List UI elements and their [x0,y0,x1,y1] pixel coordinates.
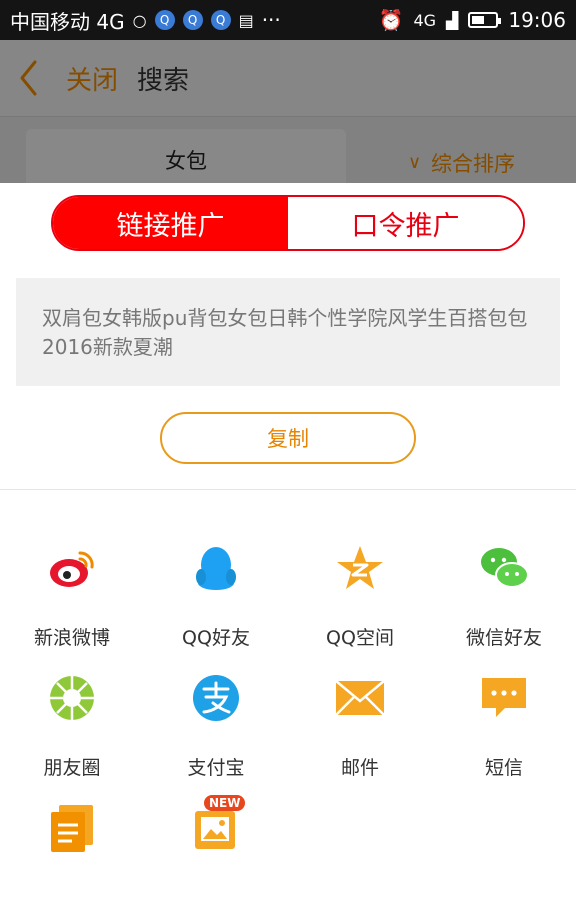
share-alipay[interactable]: 支付宝 [144,673,288,793]
share-copy-link[interactable] [0,803,144,923]
copy-link-icon [51,805,93,852]
share-label: QQ空间 [326,627,394,649]
clock: 19:06 [508,8,566,32]
notification-icon: ○ [132,10,147,30]
new-badge: NEW [204,795,246,811]
share-sheet: 链接推广 口令推广 双肩包女韩版pu背包女包日韩个性学院风学生百搭包包2016新… [0,183,576,870]
tab-link-promotion[interactable]: 链接推广 [53,197,288,249]
product-description: 双肩包女韩版pu背包女包日韩个性学院风学生百搭包包2016新款夏潮 [16,278,560,386]
share-label: 微信好友 [465,627,542,649]
modal-overlay[interactable] [0,40,576,183]
moments-icon [50,676,94,720]
share-label: 短信 [484,757,523,779]
sim-icon: ▤ [238,10,254,30]
signal-icon: ▟ [446,10,459,30]
qzone-icon [337,546,383,589]
share-qq[interactable]: QQ好友 [144,543,288,663]
share-sms[interactable]: 短信 [432,673,576,793]
alarm-icon: ⏰ [378,8,404,32]
copy-button[interactable]: 复制 [160,412,416,464]
share-label: 朋友圈 [43,757,101,779]
more-notifications-icon: ··· [261,8,281,32]
alipay-icon [193,675,239,721]
share-moments[interactable]: 朋友圈 [0,673,144,793]
share-weibo[interactable]: 新浪微博 [0,543,144,663]
share-label: 支付宝 [187,757,245,779]
divider [0,489,576,490]
app-notification-icon: Q [182,10,203,30]
share-label: QQ好友 [182,627,250,649]
app-notification-icon: Q [154,10,175,30]
promotion-type-tabs: 链接推广 口令推广 [51,195,525,251]
weibo-icon [50,551,94,587]
battery-icon [468,12,502,28]
share-email[interactable]: 邮件 [288,673,432,793]
tab-code-promotion[interactable]: 口令推广 [288,197,523,249]
wechat-icon [481,548,529,588]
network-type-label: 4G [413,10,437,30]
app-notification-icon: Q [210,10,231,30]
share-wechat[interactable]: 微信好友 [432,543,576,663]
share-label: 新浪微博 [33,627,110,649]
status-bar: 中国移动 4G ○ Q Q Q ▤ ··· ⏰ 4G ▟ 19:06 [0,0,576,40]
share-image[interactable]: NEW [144,795,288,923]
qq-icon [196,547,236,590]
share-qzone[interactable]: QQ空间 [288,543,432,663]
carrier-label: 中国移动 4G [10,9,125,34]
email-icon [335,680,385,716]
sms-icon [482,678,526,717]
share-label: 邮件 [340,757,379,779]
